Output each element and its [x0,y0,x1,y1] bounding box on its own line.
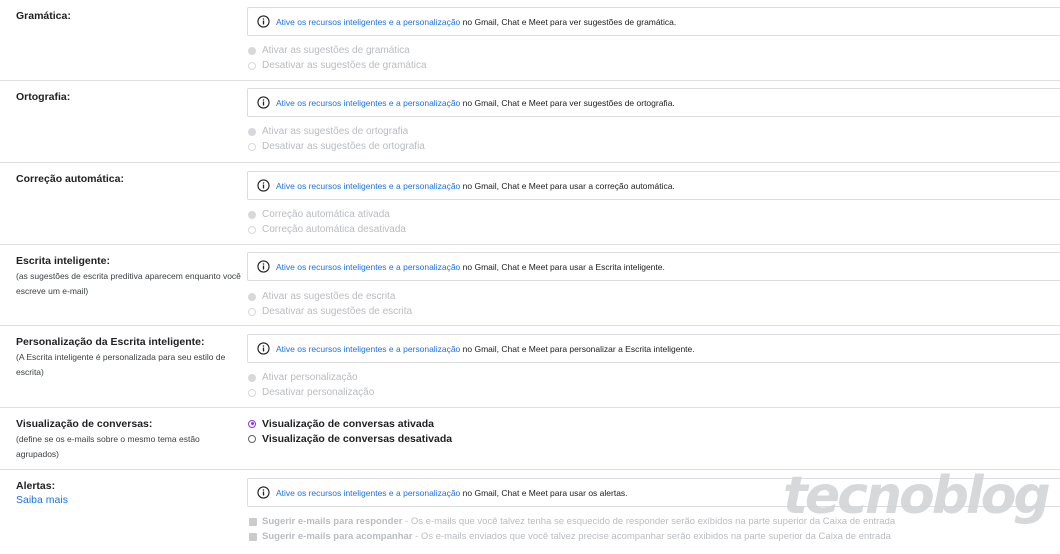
personalization-option-off[interactable]: Desativar personalização [248,385,374,400]
smart-compose-description: (as sugestões de escrita preditiva apare… [16,271,241,296]
personalization-option-on[interactable]: Ativar personalização [248,370,374,385]
checkbox[interactable] [249,532,257,541]
spelling-smart-features-notice: Ative os recursos inteligentes e a perso… [247,88,1060,117]
smart-features-link[interactable]: Ative os recursos inteligentes e a perso… [276,344,460,354]
nudges-smart-features-notice: Ative os recursos inteligentes e a perso… [247,478,1060,507]
info-circle-icon [257,260,270,273]
radio-button[interactable] [248,434,256,443]
autocorrect-option-on[interactable]: Correção automática ativada [248,207,406,222]
smart-features-link[interactable]: Ative os recursos inteligentes e a perso… [276,17,460,27]
spelling-option-off[interactable]: Desativar as sugestões de ortografia [248,139,425,154]
personalization-options: Ativar personalização Desativar personal… [248,370,374,400]
personalization-smart-features-notice: Ative os recursos inteligentes e a perso… [247,334,1060,363]
smart-features-link[interactable]: Ative os recursos inteligentes e a perso… [276,98,460,108]
smart-compose-options: Ativar as sugestões de escrita Desativar… [248,289,412,319]
grammar-smart-features-notice: Ative os recursos inteligentes e a perso… [247,7,1060,36]
nudge-followup-checkbox-row[interactable]: Sugerir e-mails para acompanhar - Os e-m… [249,529,895,544]
radio-button[interactable] [248,388,256,397]
radio-button[interactable] [248,61,256,70]
spelling-option-on[interactable]: Ativar as sugestões de ortografia [248,124,425,139]
radio-button[interactable] [248,307,256,316]
smart-features-link[interactable]: Ative os recursos inteligentes e a perso… [276,262,460,272]
radio-button[interactable] [248,142,256,151]
grammar-option-off[interactable]: Desativar as sugestões de gramática [248,58,427,73]
smart-compose-option-off[interactable]: Desativar as sugestões de escrita [248,304,412,319]
radio-button-selected[interactable] [248,419,256,428]
smart-compose-smart-features-notice: Ative os recursos inteligentes e a perso… [247,252,1060,281]
grammar-options: Ativar as sugestões de gramática Desativ… [248,43,427,73]
setting-grammar: Gramática: Ative os recursos inteligente… [0,0,1060,80]
info-circle-icon [257,179,270,192]
smart-compose-option-on[interactable]: Ativar as sugestões de escrita [248,289,412,304]
grammar-option-on[interactable]: Ativar as sugestões de gramática [248,43,427,58]
conversation-view-option-off[interactable]: Visualização de conversas desativada [248,431,452,446]
setting-autocorrect: Correção automática: Ative os recursos i… [0,163,1060,244]
setting-smart-compose-personalization: Personalização da Escrita inteligente: (… [0,326,1060,407]
personalization-label: Personalização da Escrita inteligente: [16,336,205,348]
smart-compose-label: Escrita inteligente: [16,255,110,267]
learn-more-link[interactable]: Saiba mais [16,493,244,507]
spelling-options: Ativar as sugestões de ortografia Desati… [248,124,425,154]
info-circle-icon [257,15,270,28]
radio-button[interactable] [248,373,256,382]
spelling-label: Ortografia: [16,91,71,103]
autocorrect-smart-features-notice: Ative os recursos inteligentes e a perso… [247,171,1060,200]
nudge-reply-checkbox-row[interactable]: Sugerir e-mails para responder - Os e-ma… [249,514,895,529]
nudges-label: Alertas: [16,480,56,492]
info-circle-icon [257,486,270,499]
conversation-view-description: (define se os e-mails sobre o mesmo tema… [16,434,200,459]
grammar-label: Gramática: [16,10,71,22]
conversation-view-options: Visualização de conversas ativada Visual… [248,416,452,446]
setting-nudges: Alertas: Saiba mais Ative os recursos in… [0,470,1060,554]
personalization-description: (A Escrita inteligente é personalizada p… [16,352,226,377]
autocorrect-label: Correção automática: [16,173,124,185]
autocorrect-options: Correção automática ativada Correção aut… [248,207,406,237]
info-circle-icon [257,342,270,355]
radio-button[interactable] [248,225,256,234]
conversation-view-option-on[interactable]: Visualização de conversas ativada [248,416,452,431]
setting-conversation-view: Visualização de conversas: (define se os… [0,408,1060,469]
smart-features-link[interactable]: Ative os recursos inteligentes e a perso… [276,488,460,498]
radio-button[interactable] [248,210,256,219]
setting-smart-compose: Escrita inteligente: (as sugestões de es… [0,245,1060,325]
checkbox[interactable] [249,517,257,526]
radio-button[interactable] [248,127,256,136]
autocorrect-option-off[interactable]: Correção automática desativada [248,222,406,237]
setting-spelling: Ortografia: Ative os recursos inteligent… [0,81,1060,162]
nudges-options: Sugerir e-mails para responder - Os e-ma… [249,514,895,544]
smart-features-link[interactable]: Ative os recursos inteligentes e a perso… [276,181,460,191]
radio-button[interactable] [248,292,256,301]
conversation-view-label: Visualização de conversas: [16,418,153,430]
radio-button[interactable] [248,46,256,55]
info-circle-icon [257,96,270,109]
